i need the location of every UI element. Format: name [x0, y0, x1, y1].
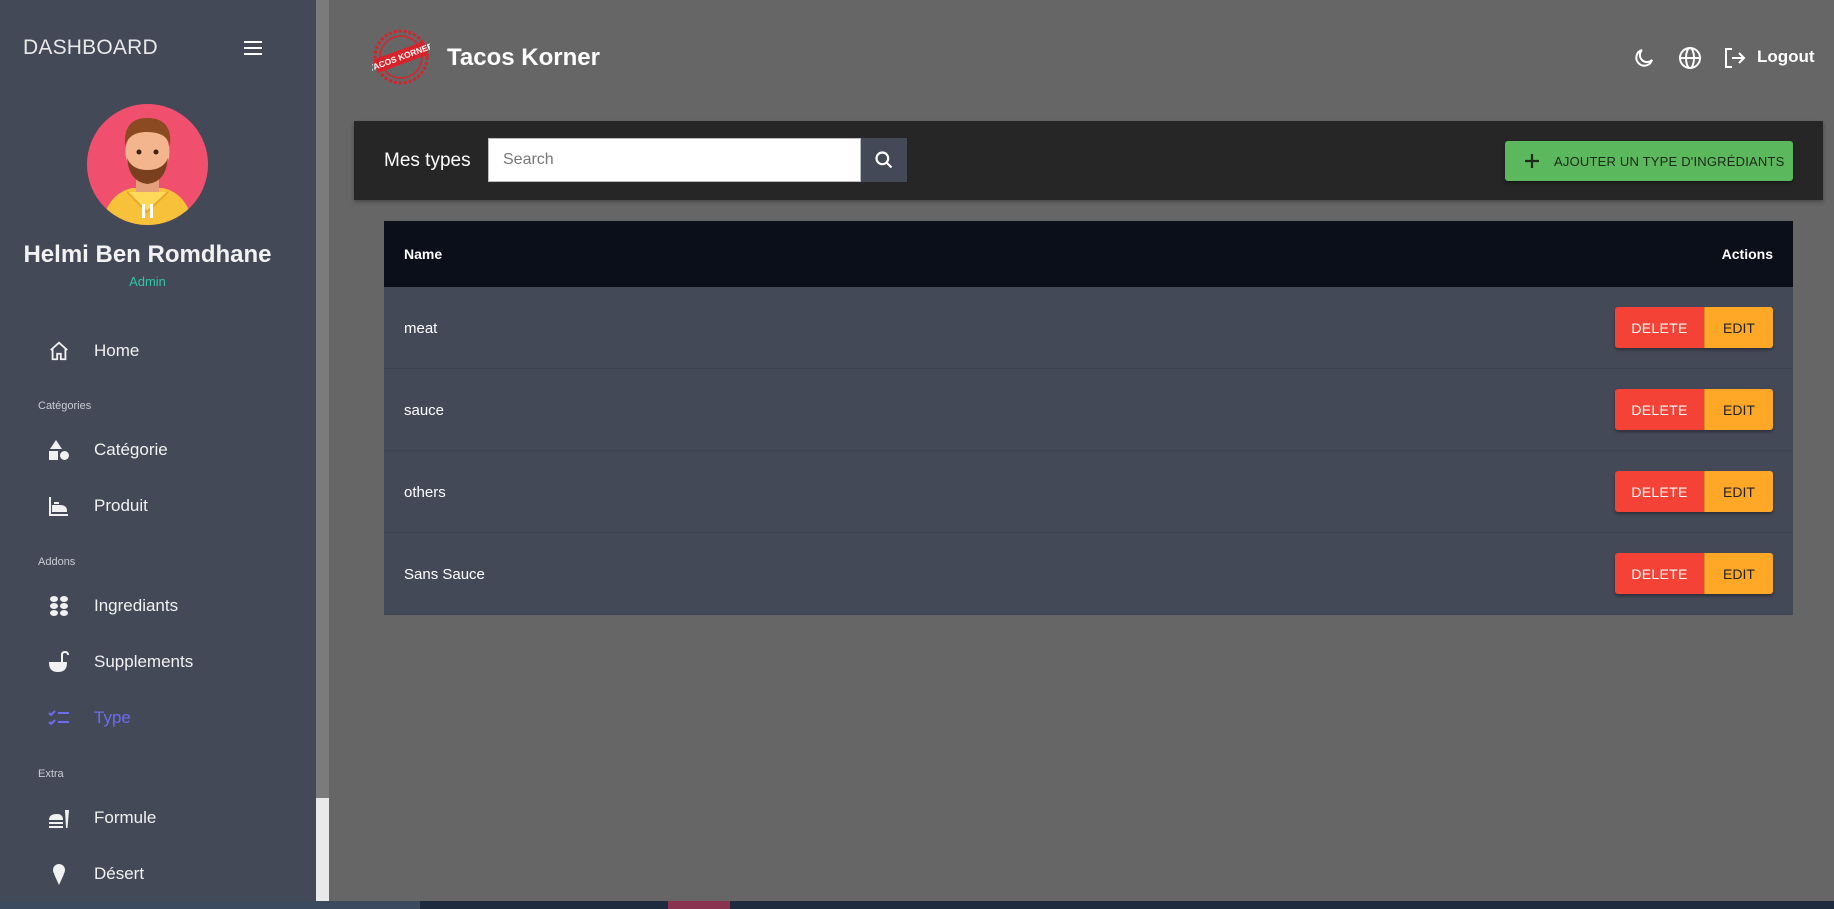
search-input[interactable] — [488, 138, 861, 182]
sidebar-item-label: Type — [94, 708, 131, 727]
delete-button[interactable]: DELETE — [1615, 471, 1704, 512]
types-table: Name Actions meat DELETE EDIT sauce DELE… — [384, 221, 1793, 615]
page-title: Mes types — [384, 150, 471, 171]
row-actions: DELETE EDIT — [1615, 471, 1773, 512]
sidebar-item-label: Home — [94, 341, 140, 360]
sidebar-item-label: Formule — [94, 808, 157, 827]
delete-button[interactable]: DELETE — [1615, 389, 1704, 430]
logout-icon[interactable] — [1723, 46, 1747, 70]
sidebar-item-supplements[interactable]: Supplements — [0, 642, 316, 682]
plus-icon — [1525, 154, 1539, 168]
search-icon — [875, 151, 893, 169]
nav-section-categories: Catégories — [38, 400, 92, 412]
checklist-icon — [46, 705, 72, 731]
os-taskbar — [0, 901, 1834, 909]
sidebar-header: DASHBOARD — [23, 36, 263, 64]
dark-mode-icon[interactable] — [1632, 46, 1656, 70]
type-name: others — [404, 484, 446, 501]
sidebar-item-produit[interactable]: Produit — [0, 486, 316, 526]
edit-button[interactable]: EDIT — [1704, 307, 1773, 348]
sidebar-item-ingrediants[interactable]: Ingrediants — [0, 586, 316, 626]
sidebar-item-label: Catégorie — [94, 440, 168, 459]
sidebar-item-label: Désert — [94, 864, 145, 883]
menu-icon[interactable] — [239, 34, 267, 62]
sidebar-item-type[interactable]: Type — [0, 698, 316, 738]
avatar — [87, 104, 208, 225]
type-name: meat — [404, 320, 438, 337]
delete-button[interactable]: DELETE — [1615, 307, 1704, 348]
fastfood-icon — [46, 805, 72, 831]
edit-button[interactable]: EDIT — [1704, 553, 1773, 594]
language-globe-icon[interactable] — [1678, 46, 1702, 70]
search-button[interactable] — [861, 138, 907, 182]
table-header: Name Actions — [384, 221, 1793, 287]
app-logo: TACOS KORNER — [367, 28, 435, 86]
add-type-button[interactable]: AJOUTER UN TYPE D'INGRÉDIANTS — [1505, 141, 1793, 181]
shapes-icon — [46, 437, 72, 463]
sidebar-scrollbar-thumb[interactable] — [316, 798, 329, 902]
column-header-name: Name — [404, 246, 443, 262]
logout-link[interactable]: Logout — [1757, 47, 1815, 67]
row-actions: DELETE EDIT — [1615, 307, 1773, 348]
row-actions: DELETE EDIT — [1615, 389, 1773, 430]
type-name: sauce — [404, 402, 445, 419]
sidebar-item-formule[interactable]: Formule — [0, 798, 316, 838]
taskbar-app[interactable] — [668, 901, 730, 909]
sidebar-title: DASHBOARD — [23, 36, 158, 59]
sidebar-item-label: Supplements — [94, 652, 194, 671]
sidebar-item-categorie[interactable]: Catégorie — [0, 430, 316, 470]
sidebar-item-desert[interactable]: Désert — [0, 854, 316, 894]
sidebar-item-label: Ingrediants — [94, 596, 179, 615]
user-name: Helmi Ben Romdhane — [23, 241, 272, 268]
edit-button[interactable]: EDIT — [1704, 389, 1773, 430]
taskbar-segment — [0, 901, 420, 909]
user-role: Admin — [129, 274, 166, 289]
edit-button[interactable]: EDIT — [1704, 471, 1773, 512]
row-actions: DELETE EDIT — [1615, 553, 1773, 594]
product-icon — [46, 493, 72, 519]
ladle-icon — [46, 649, 72, 675]
add-type-label: AJOUTER UN TYPE D'INGRÉDIANTS — [1554, 154, 1785, 169]
app-title: Tacos Korner — [447, 44, 600, 71]
sidebar: DASHBOARD Helmi Ben Romdhane Admin Home … — [0, 0, 316, 909]
toolbar: Mes types AJOUTER UN TYPE D'INGRÉDIANTS — [354, 121, 1823, 200]
column-header-actions: Actions — [1721, 246, 1773, 262]
icecream-icon — [46, 861, 72, 887]
table-row: others DELETE EDIT — [384, 451, 1793, 533]
nav-section-addons: Addons — [38, 556, 76, 568]
table-row: meat DELETE EDIT — [384, 287, 1793, 369]
sidebar-scrollbar[interactable] — [316, 0, 329, 909]
type-name: Sans Sauce — [404, 566, 485, 583]
nav-section-extra: Extra — [38, 768, 64, 780]
ingredients-icon — [46, 593, 72, 619]
delete-button[interactable]: DELETE — [1615, 553, 1704, 594]
home-icon — [46, 338, 72, 364]
sidebar-item-home[interactable]: Home — [0, 331, 316, 371]
table-row: sauce DELETE EDIT — [384, 369, 1793, 451]
table-row: Sans Sauce DELETE EDIT — [384, 533, 1793, 615]
sidebar-item-label: Produit — [94, 496, 148, 515]
